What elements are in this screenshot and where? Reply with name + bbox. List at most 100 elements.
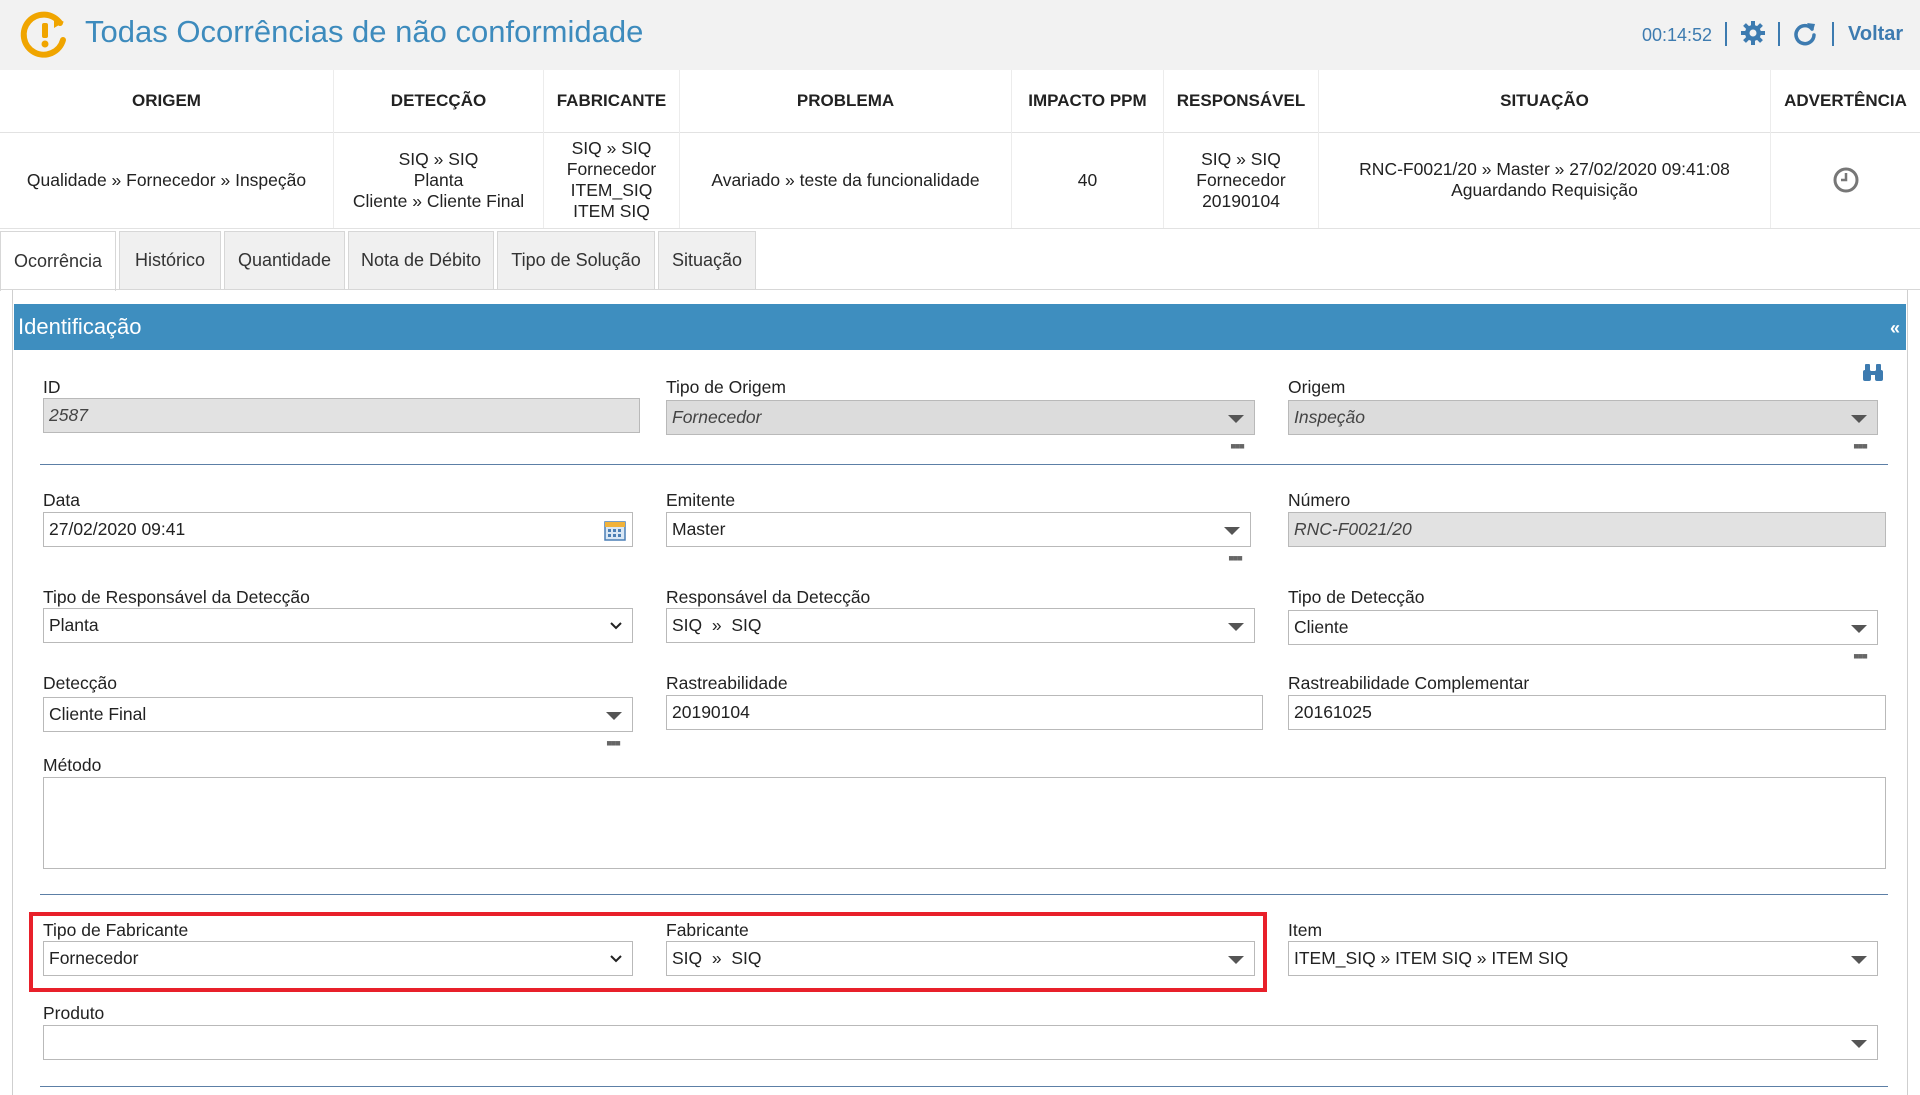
cell-line: Fornecedor: [566, 159, 657, 179]
chevron-down-icon: [1228, 623, 1244, 631]
select-value: Fornecedor: [672, 407, 762, 427]
warning-refresh-icon: [20, 11, 66, 58]
deteccao-label: Detecção: [43, 673, 117, 693]
tipo-origem-label: Tipo de Origem: [666, 377, 786, 397]
back-link[interactable]: Voltar: [1848, 23, 1903, 46]
chevron-down-icon: [1851, 625, 1867, 633]
tipo-origem-select: Fornecedor: [666, 400, 1255, 435]
cell-line: SIQ » SIQ: [1201, 148, 1281, 169]
tab-situacao[interactable]: Situação: [658, 231, 756, 289]
tipo-det-select[interactable]: Cliente: [1288, 610, 1878, 645]
select-value: Cliente Final: [49, 704, 147, 724]
tipo-fabricante-select[interactable]: Fornecedor: [43, 941, 633, 976]
divider: [40, 894, 1888, 895]
tab-nota-debito[interactable]: Nota de Débito: [348, 231, 494, 289]
separator: [1832, 22, 1834, 46]
date-input[interactable]: 27/02/2020 09:41: [43, 512, 633, 547]
tab-quantidade[interactable]: Quantidade: [224, 231, 345, 289]
section-title: Identificação: [18, 314, 142, 339]
fabricante-label: Fabricante: [666, 920, 749, 940]
cell-line: ITEM SIQ: [573, 201, 650, 221]
chevron-down-icon: [1851, 415, 1867, 423]
more-options-button[interactable]: ▪▪▪: [606, 733, 621, 754]
deteccao-select[interactable]: Cliente Final: [43, 697, 633, 732]
origem-select: Inspeção: [1288, 400, 1878, 435]
select-value: Planta: [49, 615, 99, 635]
col-header-fabricante: FABRICANTE: [544, 70, 680, 132]
collapse-button[interactable]: «: [1890, 318, 1900, 339]
rastreabilidade-input[interactable]: 20190104: [666, 695, 1263, 730]
cell-line: RNC-F0021/20 » Master » 27/02/2020 09:41…: [1359, 159, 1730, 179]
item-select[interactable]: ITEM_SIQ » ITEM SIQ » ITEM SIQ: [1288, 941, 1878, 976]
metodo-textarea[interactable]: [43, 777, 1886, 869]
cell-impacto: 40: [1012, 132, 1164, 228]
origem-label: Origem: [1288, 377, 1346, 397]
tab-tipo-solucao[interactable]: Tipo de Solução: [497, 231, 655, 289]
chevron-down-icon: [1224, 527, 1240, 535]
resp-det-select[interactable]: SIQ » SIQ: [666, 608, 1255, 643]
tipo-det-label: Tipo de Detecção: [1288, 587, 1425, 607]
clock-icon[interactable]: [1832, 166, 1860, 194]
section-header: [14, 304, 1906, 350]
select-value: Cliente: [1294, 617, 1349, 637]
numero-field: RNC-F0021/20: [1288, 512, 1886, 547]
select-value: ITEM_SIQ » ITEM SIQ » ITEM SIQ: [1294, 948, 1569, 968]
cell-responsavel: SIQ » SIQ Fornecedor 20190104: [1164, 132, 1319, 228]
cell-line: Fornecedor: [1196, 169, 1286, 190]
cell-origem: Qualidade » Fornecedor » Inspeção: [0, 132, 334, 228]
cell-line: ITEM_SIQ: [570, 180, 653, 200]
binoculars-icon[interactable]: [1862, 362, 1884, 382]
cell-advertencia: [1771, 132, 1920, 228]
cell-line: Aguardando Requisição: [1451, 180, 1638, 200]
divider: [40, 464, 1888, 465]
select-value: SIQ » SIQ: [672, 615, 762, 635]
more-options-button[interactable]: ▪▪▪: [1853, 436, 1868, 457]
cell-problema: Avariado » teste da funcionalidade: [680, 132, 1012, 228]
chevron-down-icon: [1228, 415, 1244, 423]
rastreabilidade-label: Rastreabilidade: [666, 673, 788, 693]
divider: [0, 228, 1920, 229]
resp-det-label: Responsável da Detecção: [666, 587, 871, 607]
rastreabilidade-comp-label: Rastreabilidade Complementar: [1288, 673, 1530, 693]
chevron-down-icon: [606, 712, 622, 720]
more-options-button[interactable]: ▪▪▪: [1853, 646, 1868, 667]
refresh-icon[interactable]: [1792, 20, 1818, 46]
gear-icon[interactable]: [1740, 20, 1766, 46]
emitente-label: Emitente: [666, 490, 736, 510]
tab-historico[interactable]: Histórico: [119, 231, 221, 289]
chevron-down-icon: [610, 622, 622, 630]
fabricante-select[interactable]: SIQ » SIQ: [666, 941, 1255, 976]
page-title: Todas Ocorrências de não conformidade: [85, 14, 644, 49]
date-value: 27/02/2020 09:41: [49, 519, 186, 539]
metodo-label: Método: [43, 755, 102, 775]
col-header-deteccao: DETECÇÃO: [334, 70, 544, 132]
data-label: Data: [43, 490, 80, 510]
more-options-button[interactable]: ▪▪▪: [1230, 436, 1245, 457]
tipo-resp-select[interactable]: Planta: [43, 608, 633, 643]
separator: [1778, 22, 1780, 46]
cell-situacao: RNC-F0021/20 » Master » 27/02/2020 09:41…: [1319, 132, 1771, 228]
rastreabilidade-comp-input[interactable]: 20161025: [1288, 695, 1886, 730]
cell-line: Planta: [413, 169, 464, 190]
select-value: SIQ » SIQ: [672, 948, 762, 968]
col-header-responsavel: RESPONSÁVEL: [1164, 70, 1319, 132]
col-header-impacto: IMPACTO PPM: [1012, 70, 1164, 132]
numero-label: Número: [1288, 490, 1351, 510]
chevron-down-icon: [1851, 956, 1867, 964]
col-header-problema: PROBLEMA: [680, 70, 1012, 132]
id-field: 2587: [43, 398, 640, 433]
col-header-situacao: SITUAÇÃO: [1319, 70, 1771, 132]
select-value: Inspeção: [1294, 407, 1366, 427]
more-options-button[interactable]: ▪▪▪: [1228, 548, 1243, 569]
separator: [1725, 22, 1727, 46]
emitente-select[interactable]: Master: [666, 512, 1251, 547]
calendar-icon[interactable]: [604, 519, 626, 541]
cell-line: Cliente » Cliente Final: [352, 190, 525, 211]
chevron-down-icon: [610, 955, 622, 963]
cell-deteccao: SIQ » SIQ Planta Cliente » Cliente Final: [334, 132, 544, 228]
produto-label: Produto: [43, 1003, 105, 1023]
tab-ocorrencia[interactable]: Ocorrência: [0, 231, 116, 291]
select-value: Master: [672, 519, 726, 539]
produto-select[interactable]: [43, 1025, 1878, 1060]
chevron-down-icon: [1228, 956, 1244, 964]
